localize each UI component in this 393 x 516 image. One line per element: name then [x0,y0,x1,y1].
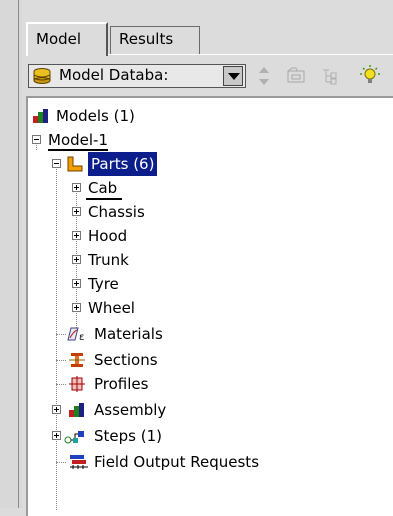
tree-label: Tyre [88,275,119,293]
tree-label: Assembly [94,401,167,419]
window-left-border [0,0,22,508]
model-database-select[interactable]: Model Databa: [28,64,246,88]
expand-icon[interactable] [72,279,81,288]
expand-icon[interactable] [52,431,61,440]
tab-results[interactable]: Results [110,26,200,54]
tree-label: Wheel [88,299,135,317]
lightbulb-icon[interactable] [358,64,382,88]
expand-icon[interactable] [72,207,81,216]
expand-icon[interactable] [52,405,61,414]
expand-icon[interactable] [72,303,81,312]
model-tree: Models (1) Model-1 Parts (6) Cab Chassis… [26,96,393,516]
tree-label: Chassis [88,203,145,221]
field-output-icon [70,455,88,469]
up-down-arrows-icon[interactable] [252,64,276,88]
database-icon [33,68,51,84]
tree-label-selected: Parts (6) [88,152,158,176]
svg-text:ε: ε [79,332,84,342]
tree-label: Sections [94,351,158,369]
tree-filter-icon[interactable] [318,64,342,88]
assembly-icon [69,403,84,417]
tree-label: Materials [94,325,163,343]
steps-icon [64,431,84,444]
tree-label: Cab [88,179,118,197]
tree-connector [56,360,66,361]
tree-connector [56,160,57,510]
tree-label: Trunk [88,251,129,269]
select-value: Model Databa: [59,66,169,84]
tab-model[interactable]: Model [26,22,108,56]
expand-icon[interactable] [72,231,81,240]
tree-toolbar: Model Databa: [26,60,393,92]
models-icon [33,109,48,123]
tree-label: Models (1) [56,107,135,125]
tree-label: Profiles [94,375,149,393]
parts-icon [67,156,83,172]
materials-icon: ε [67,327,84,342]
expand-icon[interactable] [72,255,81,264]
underline [48,149,108,151]
collapse-icon[interactable] [32,135,41,144]
collapse-icon[interactable] [52,159,61,168]
profiles-icon [69,376,85,392]
tree-label: Field Output Requests [94,453,260,471]
tree-label: Steps (1) [94,427,162,445]
tree-connector [56,462,66,463]
tree-label: Hood [88,227,128,245]
expand-icon[interactable] [72,183,81,192]
tree-connector [56,334,66,335]
chevron-down-icon[interactable] [223,66,243,86]
sections-icon [69,353,85,367]
tree-connector [56,384,66,385]
folder-icon[interactable] [284,64,308,88]
